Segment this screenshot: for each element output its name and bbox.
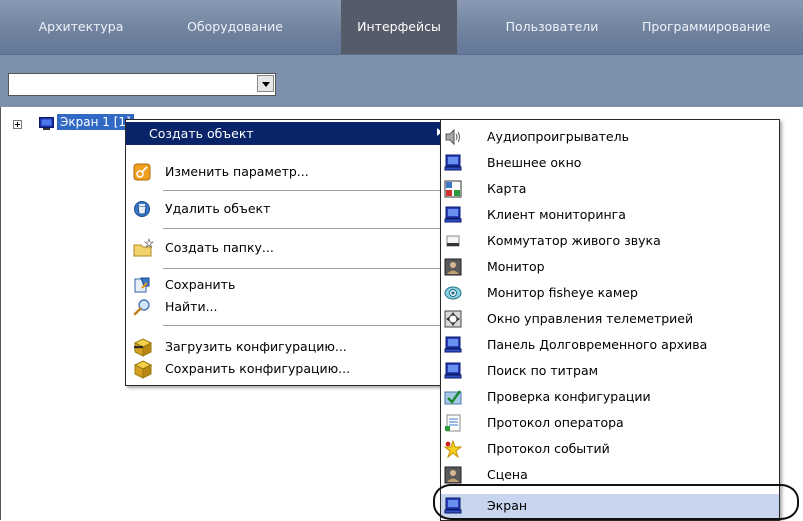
submenu-item-telemetry-window[interactable]: Окно управления телеметрией	[441, 306, 779, 332]
top-tab-bar: Архитектура Оборудование Интерфейсы Поль…	[0, 0, 803, 54]
tree-expand-icon[interactable]	[13, 120, 22, 129]
scene-icon	[444, 466, 462, 484]
monitor-icon	[444, 206, 462, 224]
new-folder-icon	[133, 238, 155, 258]
speaker-icon	[444, 128, 462, 146]
submenu-item-long-term-archive-panel[interactable]: Панель Долговременного архива	[441, 332, 779, 358]
tab-users[interactable]: Пользователи	[487, 0, 617, 54]
submenu-item-live-sound-switch[interactable]: Коммутатор живого звука	[441, 228, 779, 254]
monitor-icon	[444, 336, 462, 354]
submenu-item-label: Протокол событий	[487, 441, 610, 456]
submenu-item-label: Монитор fisheye камер	[487, 285, 638, 300]
submenu-item-screen[interactable]: Экран	[441, 494, 779, 518]
menu-item-label: Изменить параметр...	[165, 164, 309, 179]
submenu-item-label: Карта	[487, 181, 527, 196]
menu-item-delete-object[interactable]: Удалить объект	[126, 197, 447, 221]
menu-item-create-object[interactable]: Создать объект	[126, 122, 447, 145]
submenu-item-operator-log[interactable]: Протокол оператора	[441, 410, 779, 436]
submenu-item-scene[interactable]: Сцена	[441, 462, 779, 488]
operator-log-icon	[444, 414, 462, 432]
tab-architecture[interactable]: Архитектура	[26, 0, 136, 54]
event-log-icon	[444, 440, 462, 458]
menu-item-label: Загрузить конфигурацию...	[165, 339, 347, 354]
video-monitor-icon	[444, 258, 462, 276]
submenu-item-label: Клиент мониторинга	[487, 207, 626, 222]
save-configuration-icon	[133, 359, 153, 379]
create-object-submenu: Аудиопроигрыватель Внешнее окно Карта Кл…	[440, 119, 780, 521]
toolbar	[0, 54, 803, 108]
menu-item-create-folder[interactable]: Создать папку...	[126, 235, 447, 261]
fisheye-icon	[444, 284, 462, 302]
menu-item-label: Удалить объект	[165, 201, 271, 216]
menu-item-label: Найти...	[165, 299, 218, 314]
screen-icon	[444, 497, 462, 515]
submenu-item-audio-player[interactable]: Аудиопроигрыватель	[441, 124, 779, 150]
menu-item-label: Сохранить конфигурацию...	[165, 361, 351, 376]
tab-programming[interactable]: Программирование	[642, 0, 803, 54]
submenu-item-map[interactable]: Карта	[441, 176, 779, 202]
menu-separator	[163, 325, 444, 326]
object-type-select[interactable]	[8, 73, 276, 96]
delete-object-icon	[133, 200, 151, 218]
menu-separator	[163, 190, 444, 191]
menu-item-save-configuration[interactable]: Сохранить конфигурацию...	[126, 358, 447, 380]
submenu-item-label: Панель Долговременного архива	[487, 337, 708, 352]
submenu-item-label: Окно управления телеметрией	[487, 311, 694, 326]
submenu-item-label: Внешнее окно	[487, 155, 582, 170]
submenu-item-monitoring-client[interactable]: Клиент мониторинга	[441, 202, 779, 228]
monitor-icon	[444, 154, 462, 172]
submenu-item-external-window[interactable]: Внешнее окно	[441, 150, 779, 176]
dropdown-arrow-icon[interactable]	[257, 75, 274, 92]
submenu-item-title-search[interactable]: Поиск по титрам	[441, 358, 779, 384]
submenu-item-label: Протокол оператора	[487, 415, 624, 430]
submenu-item-label: Коммутатор живого звука	[487, 233, 661, 248]
sound-switch-icon	[444, 232, 462, 250]
submenu-item-config-check[interactable]: Проверка конфигурации	[441, 384, 779, 410]
submenu-item-fisheye-monitor[interactable]: Монитор fisheye камер	[441, 280, 779, 306]
submenu-item-label: Аудиопроигрыватель	[487, 129, 629, 144]
config-check-icon	[444, 388, 462, 406]
search-icon	[133, 298, 151, 316]
menu-item-edit-parameter[interactable]: Изменить параметр...	[126, 160, 447, 184]
menu-item-label: Создать объект	[149, 126, 254, 141]
menu-separator	[163, 268, 444, 269]
submenu-item-label: Экран	[487, 498, 528, 513]
menu-item-label: Создать папку...	[165, 240, 274, 255]
menu-separator	[163, 228, 444, 229]
submenu-item-label: Поиск по титрам	[487, 363, 599, 378]
menu-item-save[interactable]: Сохранить	[126, 274, 447, 296]
screen-node-icon	[39, 117, 54, 131]
submenu-item-label: Сцена	[487, 467, 528, 482]
telemetry-icon	[444, 310, 462, 328]
save-icon	[133, 276, 151, 294]
menu-item-find[interactable]: Найти...	[126, 296, 447, 318]
submenu-item-monitor[interactable]: Монитор	[441, 254, 779, 280]
tab-interfaces[interactable]: Интерфейсы	[341, 0, 457, 54]
edit-parameter-icon	[133, 163, 151, 181]
monitor-icon	[444, 362, 462, 380]
menu-item-load-configuration[interactable]: Загрузить конфигурацию...	[126, 336, 447, 358]
load-configuration-icon	[133, 337, 153, 357]
tab-equipment[interactable]: Оборудование	[170, 0, 300, 54]
submenu-item-event-log[interactable]: Протокол событий	[441, 436, 779, 462]
submenu-item-label: Проверка конфигурации	[487, 389, 651, 404]
tree-node-screen-1[interactable]: Экран 1 [1]	[57, 114, 134, 130]
map-icon	[444, 180, 462, 198]
submenu-item-label: Монитор	[487, 259, 545, 274]
menu-item-label: Сохранить	[165, 277, 236, 292]
context-menu: Создать объект Изменить параметр... Удал…	[125, 119, 448, 386]
